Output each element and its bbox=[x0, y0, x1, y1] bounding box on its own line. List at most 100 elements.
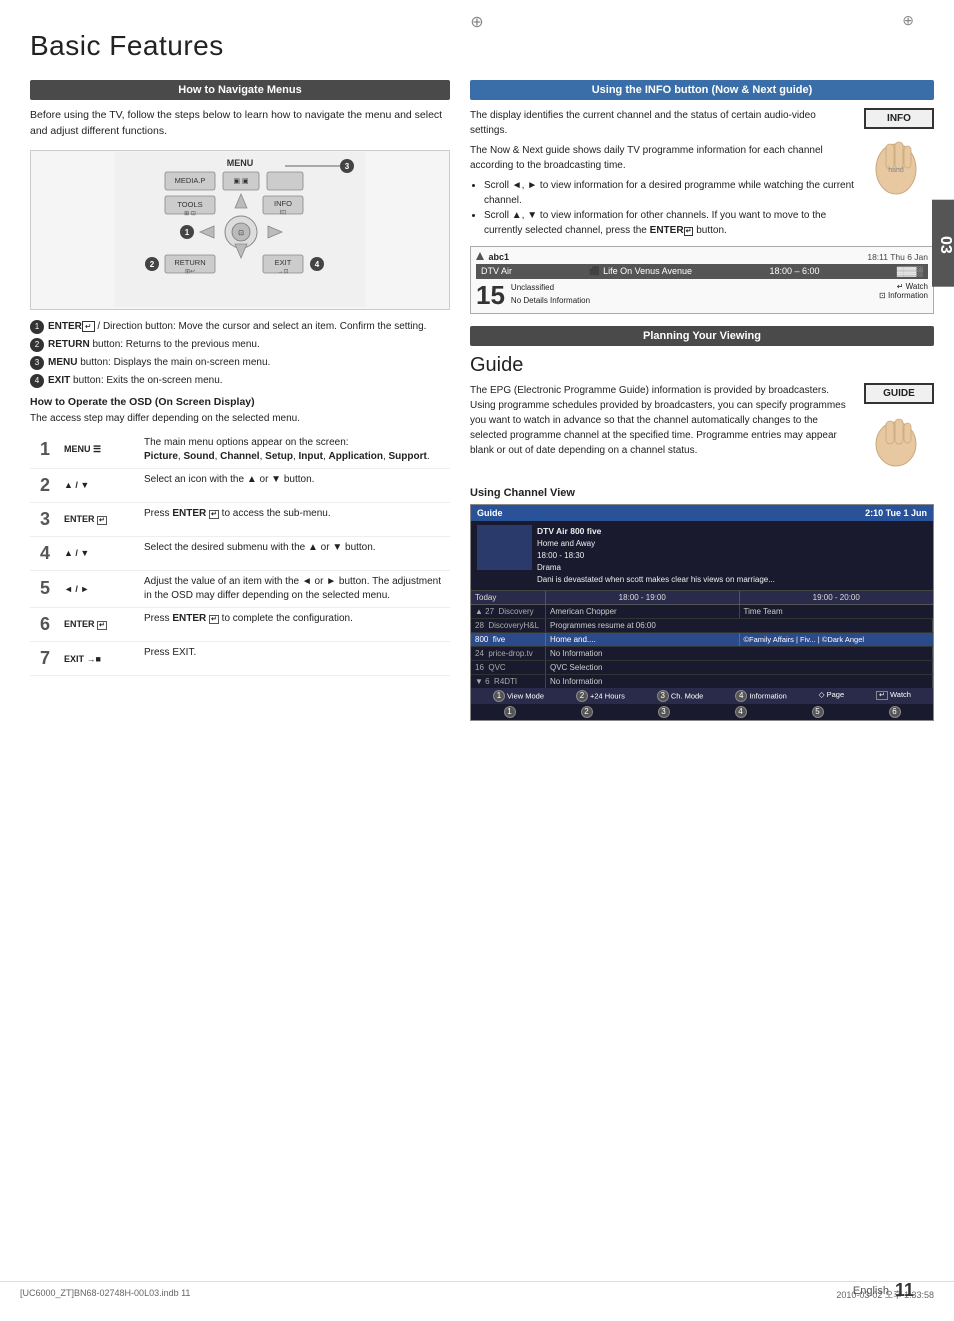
guide-ch-row-4: 24 price-drop.tv No Information bbox=[471, 647, 933, 661]
bullet-1: 1 ENTER↵ / Direction button: Move the cu… bbox=[30, 320, 450, 334]
bullet-num-4: 4 bbox=[30, 374, 44, 388]
remote-diagram: MENU 3 MEDIA.P ▣ ▣ bbox=[30, 150, 450, 310]
page-number-area: English 11 bbox=[853, 1280, 914, 1301]
channel-time-display: 18:11 Thu 6 Jan bbox=[867, 252, 928, 262]
guide-show-type: Drama bbox=[537, 562, 775, 574]
guide-thumbnail bbox=[477, 525, 532, 570]
side-tab: 03 Basic Features bbox=[932, 200, 954, 287]
svg-text:MEDIA.P: MEDIA.P bbox=[175, 176, 206, 185]
channel-num-big: 15 bbox=[476, 282, 505, 308]
osd-step-3: 3 bbox=[30, 502, 60, 536]
info-button-visual: INFO bbox=[864, 108, 934, 129]
channel-detail-info: Unclassified No Details Information bbox=[511, 282, 590, 308]
guide-ch-3-prog2: ©Family Affairs | Fiv... | ©Dark Angel bbox=[740, 633, 934, 646]
svg-text:RETURN: RETURN bbox=[174, 258, 205, 267]
guide-footer-4: 4 Information bbox=[735, 690, 787, 702]
guide-ch-3-prog1: Home and.... bbox=[546, 633, 740, 646]
guide-ch-6-num: ▼ 6 R4DTI bbox=[471, 675, 546, 688]
osd-title: How to Operate the OSD (On Screen Displa… bbox=[30, 396, 450, 408]
guide-footer-nums: 1 2 3 4 5 6 bbox=[471, 704, 933, 720]
bullet-3-text: MENU button: Displays the main on-screen… bbox=[48, 356, 270, 370]
channel-no-detail: No Details Information bbox=[511, 295, 590, 308]
osd-row-2: 2 ▲ / ▼ Select an icon with the ▲ or ▼ b… bbox=[30, 468, 450, 502]
channel-type: DTV Air bbox=[481, 266, 512, 277]
osd-table: 1 MENU ☰ The main menu options appear on… bbox=[30, 432, 450, 677]
guide-header-left: Guide bbox=[477, 508, 503, 518]
guide-show-title: DTV Air 800 five bbox=[537, 525, 775, 538]
svg-text:TOOLS: TOOLS bbox=[177, 200, 202, 209]
svg-text:1: 1 bbox=[185, 228, 190, 237]
guide-header-right: 2:10 Tue 1 Jun bbox=[865, 508, 927, 518]
osd-desc-1: The main menu options appear on the scre… bbox=[140, 432, 450, 469]
guide-screen-footer: 1 View Mode 2 +24 Hours 3 Ch. Mode 4 Inf… bbox=[471, 688, 933, 704]
footer-num-1: 1 bbox=[493, 690, 505, 702]
guide-screen: Guide 2:10 Tue 1 Jun DTV Air 800 five Ho… bbox=[470, 504, 934, 721]
svg-text:⊡: ⊡ bbox=[238, 230, 244, 237]
guide-footer-2: 2 +24 Hours bbox=[576, 690, 625, 702]
info-section-header: Using the INFO button (Now & Next guide) bbox=[470, 80, 934, 100]
osd-step-5: 5 bbox=[30, 571, 60, 608]
page-container: ⊕ ⊕ Basic Features 03 Basic Features How… bbox=[0, 0, 954, 1321]
info-section: Using the INFO button (Now & Next guide)… bbox=[470, 80, 934, 314]
right-column: Using the INFO button (Now & Next guide)… bbox=[470, 80, 934, 721]
bullet-num-3: 3 bbox=[30, 356, 44, 370]
page-title: Basic Features bbox=[30, 30, 934, 62]
planning-header: Planning Your Viewing bbox=[470, 326, 934, 346]
osd-key-4: ▲ / ▼ bbox=[60, 536, 140, 570]
footer-num-3: 3 bbox=[657, 690, 669, 702]
svg-text:⊞ ⊡: ⊞ ⊡ bbox=[184, 211, 196, 217]
osd-step-2: 2 bbox=[30, 468, 60, 502]
channel-view-title: Using Channel View bbox=[470, 487, 934, 499]
guide-ch-3-num: 800 five bbox=[471, 633, 546, 646]
osd-step-7: 7 bbox=[30, 642, 60, 676]
channel-info-box: abc1 18:11 Thu 6 Jan DTV Air ⬛ Life On V… bbox=[470, 246, 934, 314]
footer-enter-icon: ↵ bbox=[876, 691, 888, 700]
guide-screen-header: Guide 2:10 Tue 1 Jun bbox=[471, 505, 933, 521]
guide-footer-circle-6: 6 bbox=[889, 706, 901, 718]
channel-category: Unclassified bbox=[511, 282, 590, 295]
guide-footer-5: ◇ Page bbox=[819, 690, 844, 702]
guide-ch-1-num: ▲ 27 Discovery bbox=[471, 605, 546, 618]
arrow-up-icon bbox=[476, 252, 484, 260]
bullet-2: 2 RETURN button: Returns to the previous… bbox=[30, 338, 450, 352]
remote-svg: MENU 3 MEDIA.P ▣ ▣ bbox=[115, 152, 365, 307]
channel-progress: ▓▓▓░ bbox=[897, 266, 923, 277]
footer-num-2: 2 bbox=[576, 690, 588, 702]
osd-desc-2: Select an icon with the ▲ or ▼ button. bbox=[140, 468, 450, 502]
info-content: The display identifies the current chann… bbox=[470, 108, 934, 238]
guide-footer-circle-1: 1 bbox=[504, 706, 516, 718]
svg-text:→⊡: →⊡ bbox=[277, 269, 288, 275]
guide-ch-5-num: 16 QVC bbox=[471, 661, 546, 674]
svg-text:t⊡: t⊡ bbox=[280, 210, 287, 216]
osd-row-4: 4 ▲ / ▼ Select the desired submenu with … bbox=[30, 536, 450, 570]
bullet-4: 4 EXIT button: Exits the on-screen menu. bbox=[30, 374, 450, 388]
bullet-num-1: 1 bbox=[30, 320, 44, 334]
guide-footer-1: 1 View Mode bbox=[493, 690, 544, 702]
osd-step-6: 6 bbox=[30, 608, 60, 642]
channel-top-bar: DTV Air ⬛ Life On Venus Avenue 18:00 – 6… bbox=[476, 264, 928, 279]
channel-actions: ↵ Watch ⊡ Information bbox=[879, 282, 928, 300]
guide-col-today: Today bbox=[471, 591, 546, 604]
guide-show-genre: Home and Away bbox=[537, 538, 775, 550]
channel-name-display: abc1 bbox=[476, 252, 509, 262]
navigate-menus-section: How to Navigate Menus Before using the T… bbox=[30, 80, 450, 676]
info-hand-svg: hand bbox=[864, 134, 929, 204]
osd-row-5: 5 ◄ / ► Adjust the value of an item with… bbox=[30, 571, 450, 608]
osd-key-6: ENTER ↵ bbox=[60, 608, 140, 642]
crosshair-right-icon: ⊕ bbox=[902, 12, 914, 29]
guide-para: The EPG (Electronic Programme Guide) inf… bbox=[470, 383, 854, 458]
navigate-bullets: 1 ENTER↵ / Direction button: Move the cu… bbox=[30, 320, 450, 388]
osd-row-7: 7 EXIT →■ Press EXIT. bbox=[30, 642, 450, 676]
osd-row-6: 6 ENTER ↵ Press ENTER ↵ to complete the … bbox=[30, 608, 450, 642]
osd-key-3: ENTER ↵ bbox=[60, 502, 140, 536]
guide-ch-6-prog1: No Information bbox=[546, 675, 933, 688]
guide-ch-row-1: ▲ 27 Discovery American Chopper Time Tea… bbox=[471, 605, 933, 619]
bullet-1-text: ENTER↵ / Direction button: Move the curs… bbox=[48, 320, 426, 334]
guide-image: GUIDE bbox=[864, 383, 934, 477]
svg-text:⊞↩: ⊞↩ bbox=[185, 269, 195, 275]
osd-key-2: ▲ / ▼ bbox=[60, 468, 140, 502]
guide-footer-circle-2: 2 bbox=[581, 706, 593, 718]
guide-title: Guide bbox=[470, 354, 934, 377]
osd-desc-5: Adjust the value of an item with the ◄ o… bbox=[140, 571, 450, 608]
tab-number: 03 bbox=[936, 214, 954, 277]
